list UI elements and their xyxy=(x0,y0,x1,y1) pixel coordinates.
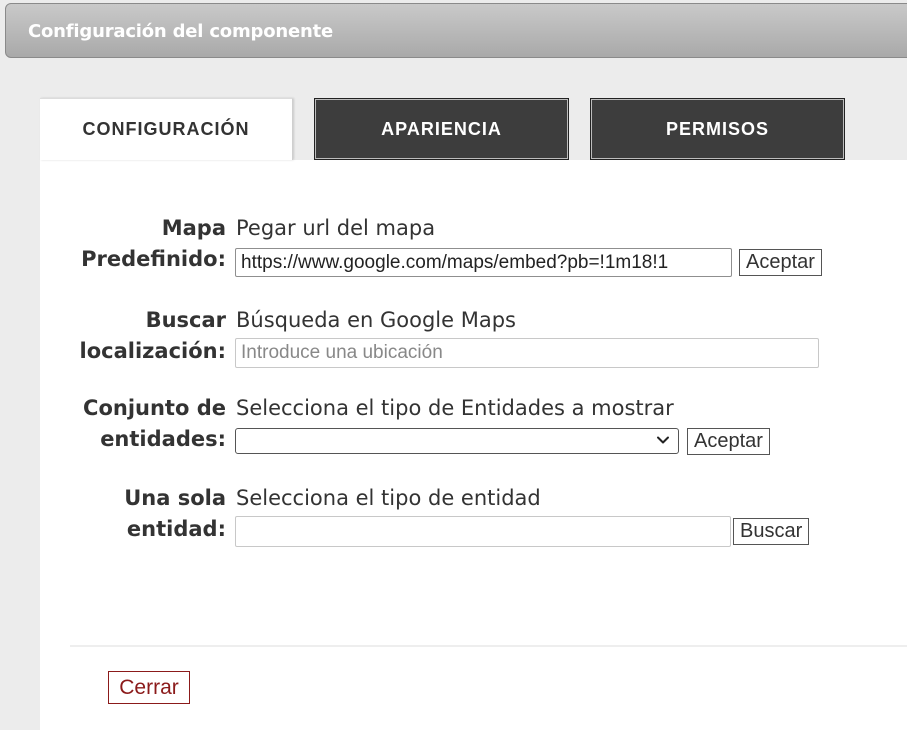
footer-divider xyxy=(70,645,907,647)
close-button-label: Cerrar xyxy=(119,675,179,699)
entity-set-label-line1: Conjunto de xyxy=(83,396,226,420)
map-hint: Pegar url del mapa xyxy=(236,216,436,240)
single-entity-label-line2: entidad: xyxy=(126,517,226,541)
single-entity-label: Una sola entidad: xyxy=(124,483,226,545)
entity-set-label-line2: entidades: xyxy=(100,427,226,451)
single-entity-input[interactable] xyxy=(235,516,731,547)
entity-set-label: Conjunto de entidades: xyxy=(83,393,226,455)
single-entity-label-line1: Una sola xyxy=(124,486,226,510)
tab-label: APARIENCIA xyxy=(381,118,502,139)
entity-type-select[interactable] xyxy=(235,428,679,454)
search-label-line1: Buscar xyxy=(145,308,226,332)
search-label-line2: localización: xyxy=(79,339,226,363)
entity-set-accept-button[interactable]: Aceptar xyxy=(687,428,770,455)
map-label: Mapa Predefinido: xyxy=(81,213,226,275)
map-label-line2: Predefinido: xyxy=(81,247,226,271)
location-search-input[interactable] xyxy=(235,338,819,368)
dialog-titlebar: Configuración del componente xyxy=(5,3,907,58)
map-accept-button[interactable]: Aceptar xyxy=(739,249,822,276)
search-hint: Búsqueda en Google Maps xyxy=(236,308,516,332)
tab-label: CONFIGURACIÓN xyxy=(82,119,250,139)
tab-configuracion[interactable]: CONFIGURACIÓN xyxy=(40,98,293,160)
entity-set-hint: Selecciona el tipo de Entidades a mostra… xyxy=(236,396,674,420)
single-entity-hint: Selecciona el tipo de entidad xyxy=(236,486,541,510)
chevron-down-icon xyxy=(657,436,669,444)
tab-apariencia[interactable]: APARIENCIA xyxy=(314,98,569,160)
map-label-line1: Mapa xyxy=(161,216,226,240)
tab-permisos[interactable]: PERMISOS xyxy=(590,98,845,160)
dialog-title: Configuración del componente xyxy=(28,21,334,42)
close-button[interactable]: Cerrar xyxy=(108,671,190,704)
map-url-input[interactable] xyxy=(235,248,732,277)
tab-label: PERMISOS xyxy=(665,118,770,139)
search-label: Buscar localización: xyxy=(80,305,226,367)
single-entity-search-button[interactable]: Buscar xyxy=(733,518,810,545)
